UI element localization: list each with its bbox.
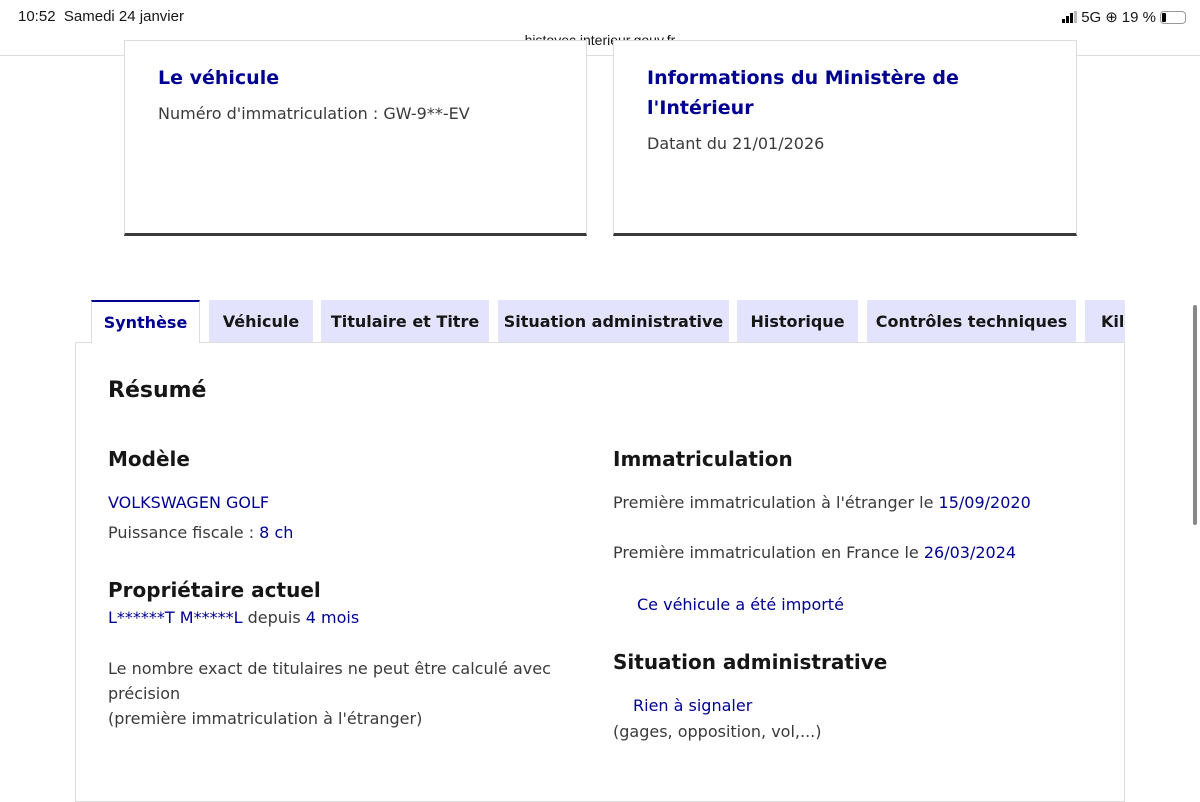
- summary-title: Résumé: [108, 378, 207, 403]
- signal-icon: [1062, 11, 1078, 23]
- owner-info: L******T M*****L depuis 4 mois: [108, 608, 360, 627]
- ministry-card-title: Informations du Ministère de l'Intérieur: [647, 67, 959, 119]
- ministry-card: Informations du Ministère de l'Intérieur …: [613, 40, 1077, 236]
- battery-percent: 19 %: [1121, 8, 1156, 26]
- model-name: VOLKSWAGEN GOLF: [108, 493, 270, 512]
- battery-icon: [1160, 10, 1186, 24]
- tab-synthese[interactable]: Synthèse: [91, 300, 200, 343]
- network-label: 5G: [1081, 8, 1102, 26]
- vehicle-card: Le véhicule Numéro d'immatriculation : G…: [124, 40, 587, 236]
- tab-kilometrage[interactable]: Kilométrage: [1085, 300, 1125, 342]
- tab-controles[interactable]: Contrôles techniques: [867, 300, 1076, 342]
- imported-link[interactable]: Ce véhicule a été importé: [637, 592, 844, 617]
- status-icons: 5G ⊕ 19 %: [1062, 8, 1186, 26]
- vehicle-card-title: Le véhicule: [158, 67, 280, 89]
- admin-note: (gages, opposition, vol,...): [613, 722, 822, 741]
- tab-situation[interactable]: Situation administrative: [498, 300, 729, 342]
- tab-titulaire[interactable]: Titulaire et Titre: [321, 300, 489, 342]
- orientation-lock-icon: ⊕: [1105, 9, 1118, 26]
- owners-note: Le nombre exact de titulaires ne peut êt…: [108, 659, 551, 728]
- fiscal-power: Puissance fiscale : 8 ch: [108, 523, 294, 542]
- france-registration: Première immatriculation en France le 26…: [613, 543, 1017, 562]
- tab-vehicule[interactable]: Véhicule: [209, 300, 313, 342]
- tab-historique[interactable]: Historique: [737, 300, 858, 342]
- time: 10:52: [18, 8, 56, 25]
- scrollbar[interactable]: [1193, 305, 1197, 525]
- admin-heading: Situation administrative: [613, 650, 888, 674]
- date: Samedi 24 janvier: [63, 8, 184, 25]
- registration-heading: Immatriculation: [613, 447, 793, 471]
- admin-status[interactable]: Rien à signaler: [633, 693, 752, 718]
- synthese-panel: [75, 342, 1125, 802]
- clock: 10:52 Samedi 24 janvier: [18, 8, 184, 25]
- model-heading: Modèle: [108, 447, 190, 471]
- plate-number: Numéro d'immatriculation : GW-9**-EV: [158, 104, 470, 123]
- ministry-date: Datant du 21/01/2026: [647, 134, 825, 153]
- owner-heading: Propriétaire actuel: [108, 578, 321, 602]
- foreign-registration: Première immatriculation à l'étranger le…: [613, 493, 1031, 512]
